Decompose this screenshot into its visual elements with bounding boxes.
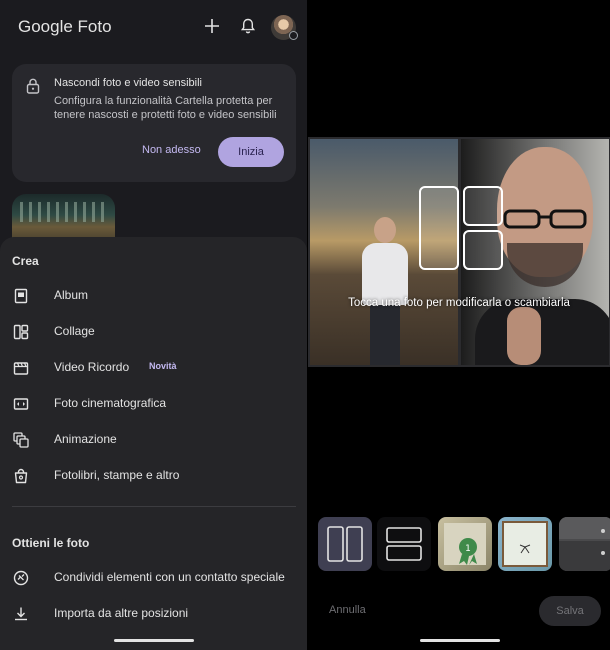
glasses-shape <box>503 209 587 229</box>
menu-item-collage[interactable]: Collage <box>0 314 307 350</box>
menu-item-animation[interactable]: Animazione <box>0 422 307 458</box>
person-shirt <box>362 243 408 305</box>
ribbon-badge-icon: 1 <box>444 523 486 565</box>
menu-item-cinematic-photo[interactable]: Foto cinematografica <box>0 386 307 422</box>
portrait-hand <box>507 307 541 365</box>
menu-item-label: Animazione <box>54 432 117 446</box>
lock-icon <box>26 78 40 94</box>
layout-split-gray[interactable] <box>559 517 610 571</box>
menu-item-label: Fotolibri, stampe e altro <box>54 468 180 482</box>
plus-icon[interactable] <box>203 17 221 35</box>
collage-icon <box>13 324 29 340</box>
person-figure <box>362 217 408 365</box>
layout-sticker-frame[interactable]: 1 <box>438 517 492 571</box>
menu-item-label: Video Ricordo <box>54 360 130 374</box>
album-icon <box>14 288 28 304</box>
share-link-icon <box>13 570 29 586</box>
menu-item-label: Collage <box>54 324 95 338</box>
start-button[interactable]: Inizia <box>218 137 284 167</box>
person-head <box>374 217 396 243</box>
shop-bag-icon <box>14 468 28 484</box>
create-section-title: Crea <box>12 254 39 268</box>
collage-editor-screen: Tocca una foto per modificarla o scambia… <box>307 0 610 650</box>
not-now-button[interactable]: Non adesso <box>142 144 201 156</box>
layout-two-rows[interactable] <box>377 517 431 571</box>
svg-text:1: 1 <box>465 544 471 554</box>
swap-layout-icon <box>419 186 503 270</box>
menu-item-album[interactable]: Album <box>0 278 307 314</box>
menu-item-label: Importa da altre posizioni <box>54 606 189 620</box>
promo-description: Configura la funzionalità Cartella prote… <box>54 95 277 121</box>
new-badge: Novità <box>149 361 177 371</box>
menu-item-memory-video[interactable]: Video Ricordo Novità <box>0 350 307 386</box>
collage-hint: Tocca una foto per modificarla o scambia… <box>348 297 570 309</box>
menu-item-label: Album <box>54 288 89 302</box>
menu-item-label: Condividi elementi con un contatto speci… <box>54 570 285 584</box>
locked-folder-promo-card: Nascondi foto e video sensibili Configur… <box>12 64 296 182</box>
collage-preview: Tocca una foto per modificarla o scambia… <box>308 137 610 367</box>
layout-picker: 1 <box>307 517 610 573</box>
menu-item-label: Foto cinematografica <box>54 396 167 410</box>
split-frame-icon <box>559 517 610 571</box>
account-badge-icon <box>289 31 298 40</box>
menu-item-partner-sharing[interactable]: Condividi elementi con un contatto speci… <box>0 560 307 596</box>
two-columns-icon <box>327 526 363 562</box>
get-photos-section-title: Ottieni le foto <box>12 536 90 550</box>
app-logo: Google Foto <box>18 17 112 36</box>
frame-preview-icon <box>502 521 548 567</box>
save-button[interactable]: Salva <box>539 596 601 626</box>
gesture-bar <box>114 639 194 642</box>
promo-title: Nascondi foto e video sensibili <box>54 77 202 89</box>
animation-icon <box>13 432 29 448</box>
portrait-beard <box>507 243 583 287</box>
layout-two-columns[interactable] <box>318 517 372 571</box>
section-divider <box>12 506 296 507</box>
two-rows-icon <box>386 527 422 561</box>
cinematic-icon <box>13 398 29 410</box>
person-legs <box>370 305 400 365</box>
menu-item-photobooks[interactable]: Fotolibri, stampe e altro <box>0 458 307 494</box>
video-icon <box>13 362 29 375</box>
bell-icon[interactable] <box>239 17 257 35</box>
photos-create-screen: Google Foto Nascondi foto e video sensib… <box>0 0 307 650</box>
gesture-bar <box>420 639 500 642</box>
layout-blue-frame[interactable] <box>498 517 552 571</box>
create-bottom-sheet: Crea Album Collage Video Ricordo Novità <box>0 237 307 650</box>
download-icon <box>15 607 27 621</box>
top-app-bar: Google Foto <box>0 0 307 56</box>
menu-item-import[interactable]: Importa da altre posizioni <box>0 596 307 632</box>
cancel-button[interactable]: Annulla <box>329 604 366 616</box>
